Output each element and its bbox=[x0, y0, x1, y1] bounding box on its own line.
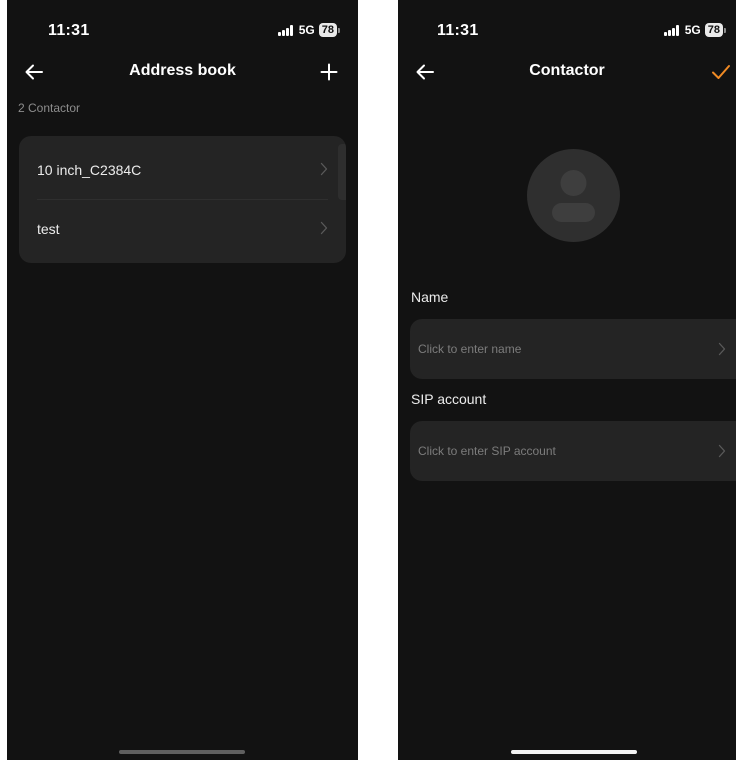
network-type: 5G bbox=[684, 23, 701, 37]
name-placeholder: Click to enter name bbox=[418, 342, 522, 356]
contact-list: 10 inch_C2384C test bbox=[19, 136, 346, 263]
home-indicator[interactable] bbox=[511, 750, 637, 754]
status-bar: 11:31 5G 78 bbox=[7, 0, 358, 52]
page-title: Contactor bbox=[529, 62, 605, 79]
add-contact-button[interactable] bbox=[316, 60, 342, 84]
name-label: Name bbox=[411, 289, 449, 305]
contactor-screen: 11:31 5G 78 Contactor Name Click to ente… bbox=[398, 0, 736, 760]
battery-icon: 78 bbox=[704, 23, 726, 37]
nav-bar: Contactor bbox=[398, 52, 736, 92]
confirm-button[interactable] bbox=[708, 60, 734, 84]
contact-name: 10 inch_C2384C bbox=[37, 162, 142, 178]
status-time: 11:31 bbox=[437, 22, 479, 39]
contact-name: test bbox=[37, 221, 60, 237]
network-type: 5G bbox=[298, 23, 315, 37]
battery-icon: 78 bbox=[318, 23, 340, 37]
chevron-right-icon bbox=[320, 162, 328, 176]
scrollbar[interactable] bbox=[338, 144, 346, 200]
status-time: 11:31 bbox=[48, 22, 90, 39]
chevron-right-icon bbox=[718, 342, 726, 356]
nav-bar: Address book bbox=[7, 52, 358, 92]
signal-icon bbox=[664, 24, 679, 36]
plus-icon bbox=[320, 63, 338, 81]
avatar[interactable] bbox=[527, 149, 620, 242]
checkmark-icon bbox=[712, 65, 730, 79]
chevron-right-icon bbox=[718, 444, 726, 458]
sip-account-placeholder: Click to enter SIP account bbox=[418, 444, 556, 458]
signal-icon bbox=[278, 24, 293, 36]
battery-level: 78 bbox=[704, 23, 723, 37]
status-bar: 11:31 5G 78 bbox=[398, 0, 736, 52]
list-item[interactable]: test bbox=[19, 199, 346, 259]
home-indicator[interactable] bbox=[119, 750, 245, 754]
sip-account-field[interactable]: Click to enter SIP account bbox=[410, 421, 736, 481]
person-silhouette-icon bbox=[552, 170, 595, 222]
status-indicators: 5G 78 bbox=[278, 23, 340, 37]
contact-count: 2 Contactor bbox=[18, 101, 81, 115]
battery-level: 78 bbox=[318, 23, 337, 37]
page-title: Address book bbox=[129, 62, 236, 79]
sip-account-label: SIP account bbox=[411, 391, 487, 407]
name-field[interactable]: Click to enter name bbox=[410, 319, 736, 379]
status-indicators: 5G 78 bbox=[664, 23, 726, 37]
list-item[interactable]: 10 inch_C2384C bbox=[19, 140, 346, 200]
address-book-screen: 11:31 5G 78 Address book 2 Contactor 10 … bbox=[7, 0, 358, 760]
chevron-right-icon bbox=[320, 221, 328, 235]
